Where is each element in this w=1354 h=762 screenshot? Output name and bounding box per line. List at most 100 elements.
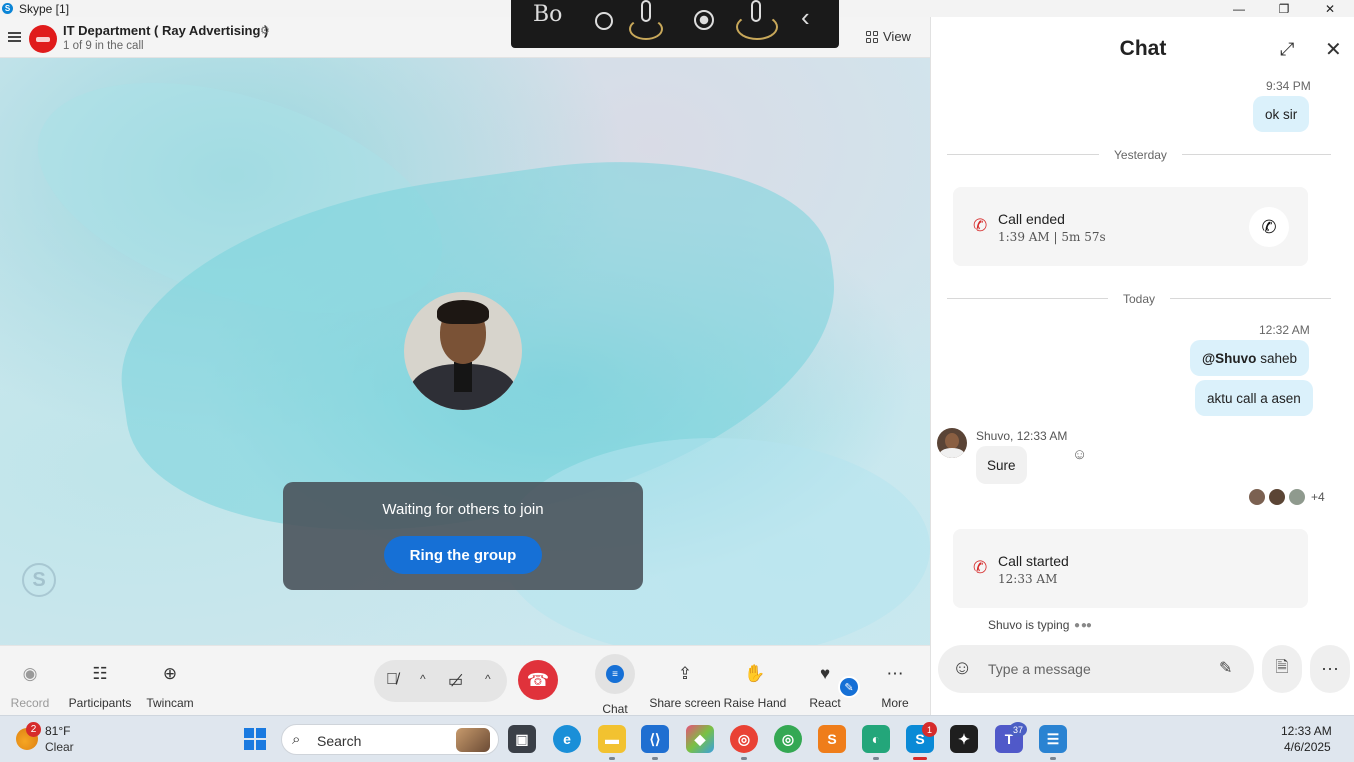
call-started-detail: 12:33 AM <box>998 572 1058 586</box>
call-controls: ◉ Record ☷ Participants ⊕ Twincam 🎙̸ ^ ▭… <box>0 645 930 716</box>
twincam-icon: ⊕ <box>162 664 178 683</box>
call-started-title: Call started <box>998 553 1069 569</box>
group-name[interactable]: IT Department ( Ray Advertising ) <box>63 23 268 38</box>
clock-time[interactable]: 12:33 AM <box>1281 724 1332 738</box>
chat-button[interactable]: ≡ Chat <box>595 646 635 716</box>
phone-icon: ✆ <box>973 558 988 577</box>
call-started-card: ✆ Call started 12:33 AM <box>953 529 1308 608</box>
avatar[interactable] <box>937 428 967 458</box>
message-text: saheb <box>1260 350 1297 366</box>
mic-options-chevron-icon[interactable]: ^ <box>420 672 426 686</box>
figma-icon[interactable]: ✦ <box>950 725 978 753</box>
group-settings-icon[interactable]: ⚙ <box>260 24 270 37</box>
outgoing-message[interactable]: ok sir <box>1253 96 1310 132</box>
view-button[interactable]: View <box>866 29 911 44</box>
window-close-button[interactable]: ✕ <box>1308 0 1352 17</box>
start-icon[interactable] <box>244 728 266 750</box>
temperature[interactable]: 81°F <box>45 724 70 738</box>
hang-up-button[interactable]: ☎ <box>518 660 558 700</box>
weather-condition[interactable]: Clear <box>45 740 74 754</box>
call-ended-card: ✆ Call ended 1:39 AM | 5m 57s ✆ <box>953 187 1308 266</box>
participant-count: 1 of 9 in the call <box>63 40 144 52</box>
grid-view-icon <box>866 30 878 43</box>
camera-off-icon[interactable]: ▭̸ <box>448 671 463 691</box>
share-screen-button[interactable]: ⇪ Share screen <box>649 646 721 716</box>
waiting-card: Waiting for others to join Ring the grou… <box>283 482 643 590</box>
task-view-icon[interactable]: ▣ <box>508 725 536 753</box>
menu-icon[interactable] <box>8 32 21 42</box>
call-back-button[interactable]: ✆ <box>1249 207 1289 247</box>
edge-icon[interactable]: e <box>553 725 581 753</box>
clock-date[interactable]: 4/6/2025 <box>1284 740 1331 754</box>
chrome-icon[interactable]: ◎ <box>774 725 802 753</box>
media-controls-pill: 🎙̸ ^ ▭̸ ^ <box>374 660 507 702</box>
add-reaction-icon[interactable]: ☺ <box>1072 446 1087 463</box>
read-receipts[interactable]: +4 <box>1249 489 1325 505</box>
recorder-overlay: Bo ‹ <box>511 0 839 48</box>
expand-icon[interactable]: ⤢ <box>1280 39 1294 60</box>
avatar <box>1269 489 1285 505</box>
vscode-icon[interactable]: ⟨⟩ <box>641 725 669 753</box>
share-screen-icon: ⇪ <box>677 664 693 683</box>
camera-options-chevron-icon[interactable]: ^ <box>485 672 491 686</box>
more-icon: ⋯ <box>1321 658 1339 679</box>
bo-logo-icon: Bo <box>533 2 563 27</box>
search-label: Search <box>317 733 362 749</box>
view-label: View <box>883 29 911 44</box>
record-button[interactable]: ◉ Record <box>10 646 50 716</box>
participants-label: Participants <box>68 696 132 710</box>
mic-muted-icon[interactable]: 🎙̸ <box>386 671 398 689</box>
maximize-button[interactable]: ❐ <box>1262 0 1306 17</box>
minimize-button[interactable]: — <box>1217 0 1261 17</box>
call-stage: S Waiting for others to join Ring the gr… <box>0 58 930 645</box>
notepad-icon[interactable]: ☰ <box>1039 725 1067 753</box>
app-icon[interactable]: ◐ <box>862 725 890 753</box>
message-time: 12:32 AM <box>1259 323 1310 337</box>
raise-hand-button[interactable]: ✋ Raise Hand <box>724 646 787 716</box>
call-ended-title: Call ended <box>998 211 1065 227</box>
twincam-button[interactable]: ⊕ Twincam <box>145 646 195 716</box>
typing-dots-icon: ● ●● <box>1074 620 1092 631</box>
pen-icon[interactable]: ✎ <box>838 676 860 698</box>
format-pen-icon[interactable]: ✎ <box>1219 658 1232 678</box>
sublime-text-icon[interactable]: S <box>818 725 846 753</box>
avatar <box>1289 489 1305 505</box>
search-icon: ⌕ <box>292 731 301 748</box>
skype-watermark-icon: S <box>22 563 56 597</box>
mention[interactable]: @Shuvo <box>1202 351 1256 366</box>
waiting-text: Waiting for others to join <box>382 501 544 518</box>
group-avatar[interactable] <box>29 25 57 53</box>
taskbar-search[interactable]: ⌕ Search <box>281 724 499 755</box>
incoming-message[interactable]: Sure <box>976 446 1027 484</box>
close-icon[interactable]: ✕ <box>1325 37 1342 62</box>
record-label: Record <box>10 696 50 710</box>
taskbar: 2 81°F Clear ⌕ Search ▣ e ▬ ⟨⟩ ◆ ◎ ◎ S ◐… <box>0 715 1354 762</box>
composer-more-button[interactable]: ⋯ <box>1310 645 1350 693</box>
message-composer: ☺ ✎ <box>938 645 1254 693</box>
share-screen-label: Share screen <box>649 696 721 710</box>
participants-button[interactable]: ☷ Participants <box>68 646 132 716</box>
avatar <box>1249 489 1265 505</box>
phone-missed-icon: ✆ <box>973 216 988 235</box>
chrome-profile-icon[interactable]: ◎ <box>730 725 758 753</box>
window-title: Skype [1] <box>19 1 70 16</box>
ring-group-button[interactable]: Ring the group <box>384 536 542 574</box>
date-divider: Today <box>1108 292 1171 306</box>
skype-app-icon: S <box>2 3 13 14</box>
date-divider: Yesterday <box>1099 148 1182 162</box>
paint-app-icon[interactable]: ◆ <box>686 725 714 753</box>
call-ended-detail: 1:39 AM | 5m 57s <box>998 230 1106 244</box>
message-input[interactable] <box>988 657 1208 681</box>
send-file-button[interactable]: 🗎 <box>1262 645 1302 693</box>
file-explorer-icon[interactable]: ▬ <box>598 725 626 753</box>
emoji-icon[interactable]: ☺ <box>952 657 972 680</box>
hang-up-icon: ☎ <box>526 669 550 690</box>
raise-hand-icon: ✋ <box>744 664 766 683</box>
collapse-chevron-icon[interactable]: ‹ <box>801 2 810 33</box>
record-ring-icon[interactable] <box>595 12 613 30</box>
stop-icon[interactable] <box>694 10 714 30</box>
outgoing-message[interactable]: aktu call a asen <box>1195 380 1313 416</box>
outgoing-message[interactable]: @Shuvo saheb <box>1190 340 1309 376</box>
twincam-label: Twincam <box>146 696 194 710</box>
more-button[interactable]: ⋯ More <box>875 646 915 716</box>
